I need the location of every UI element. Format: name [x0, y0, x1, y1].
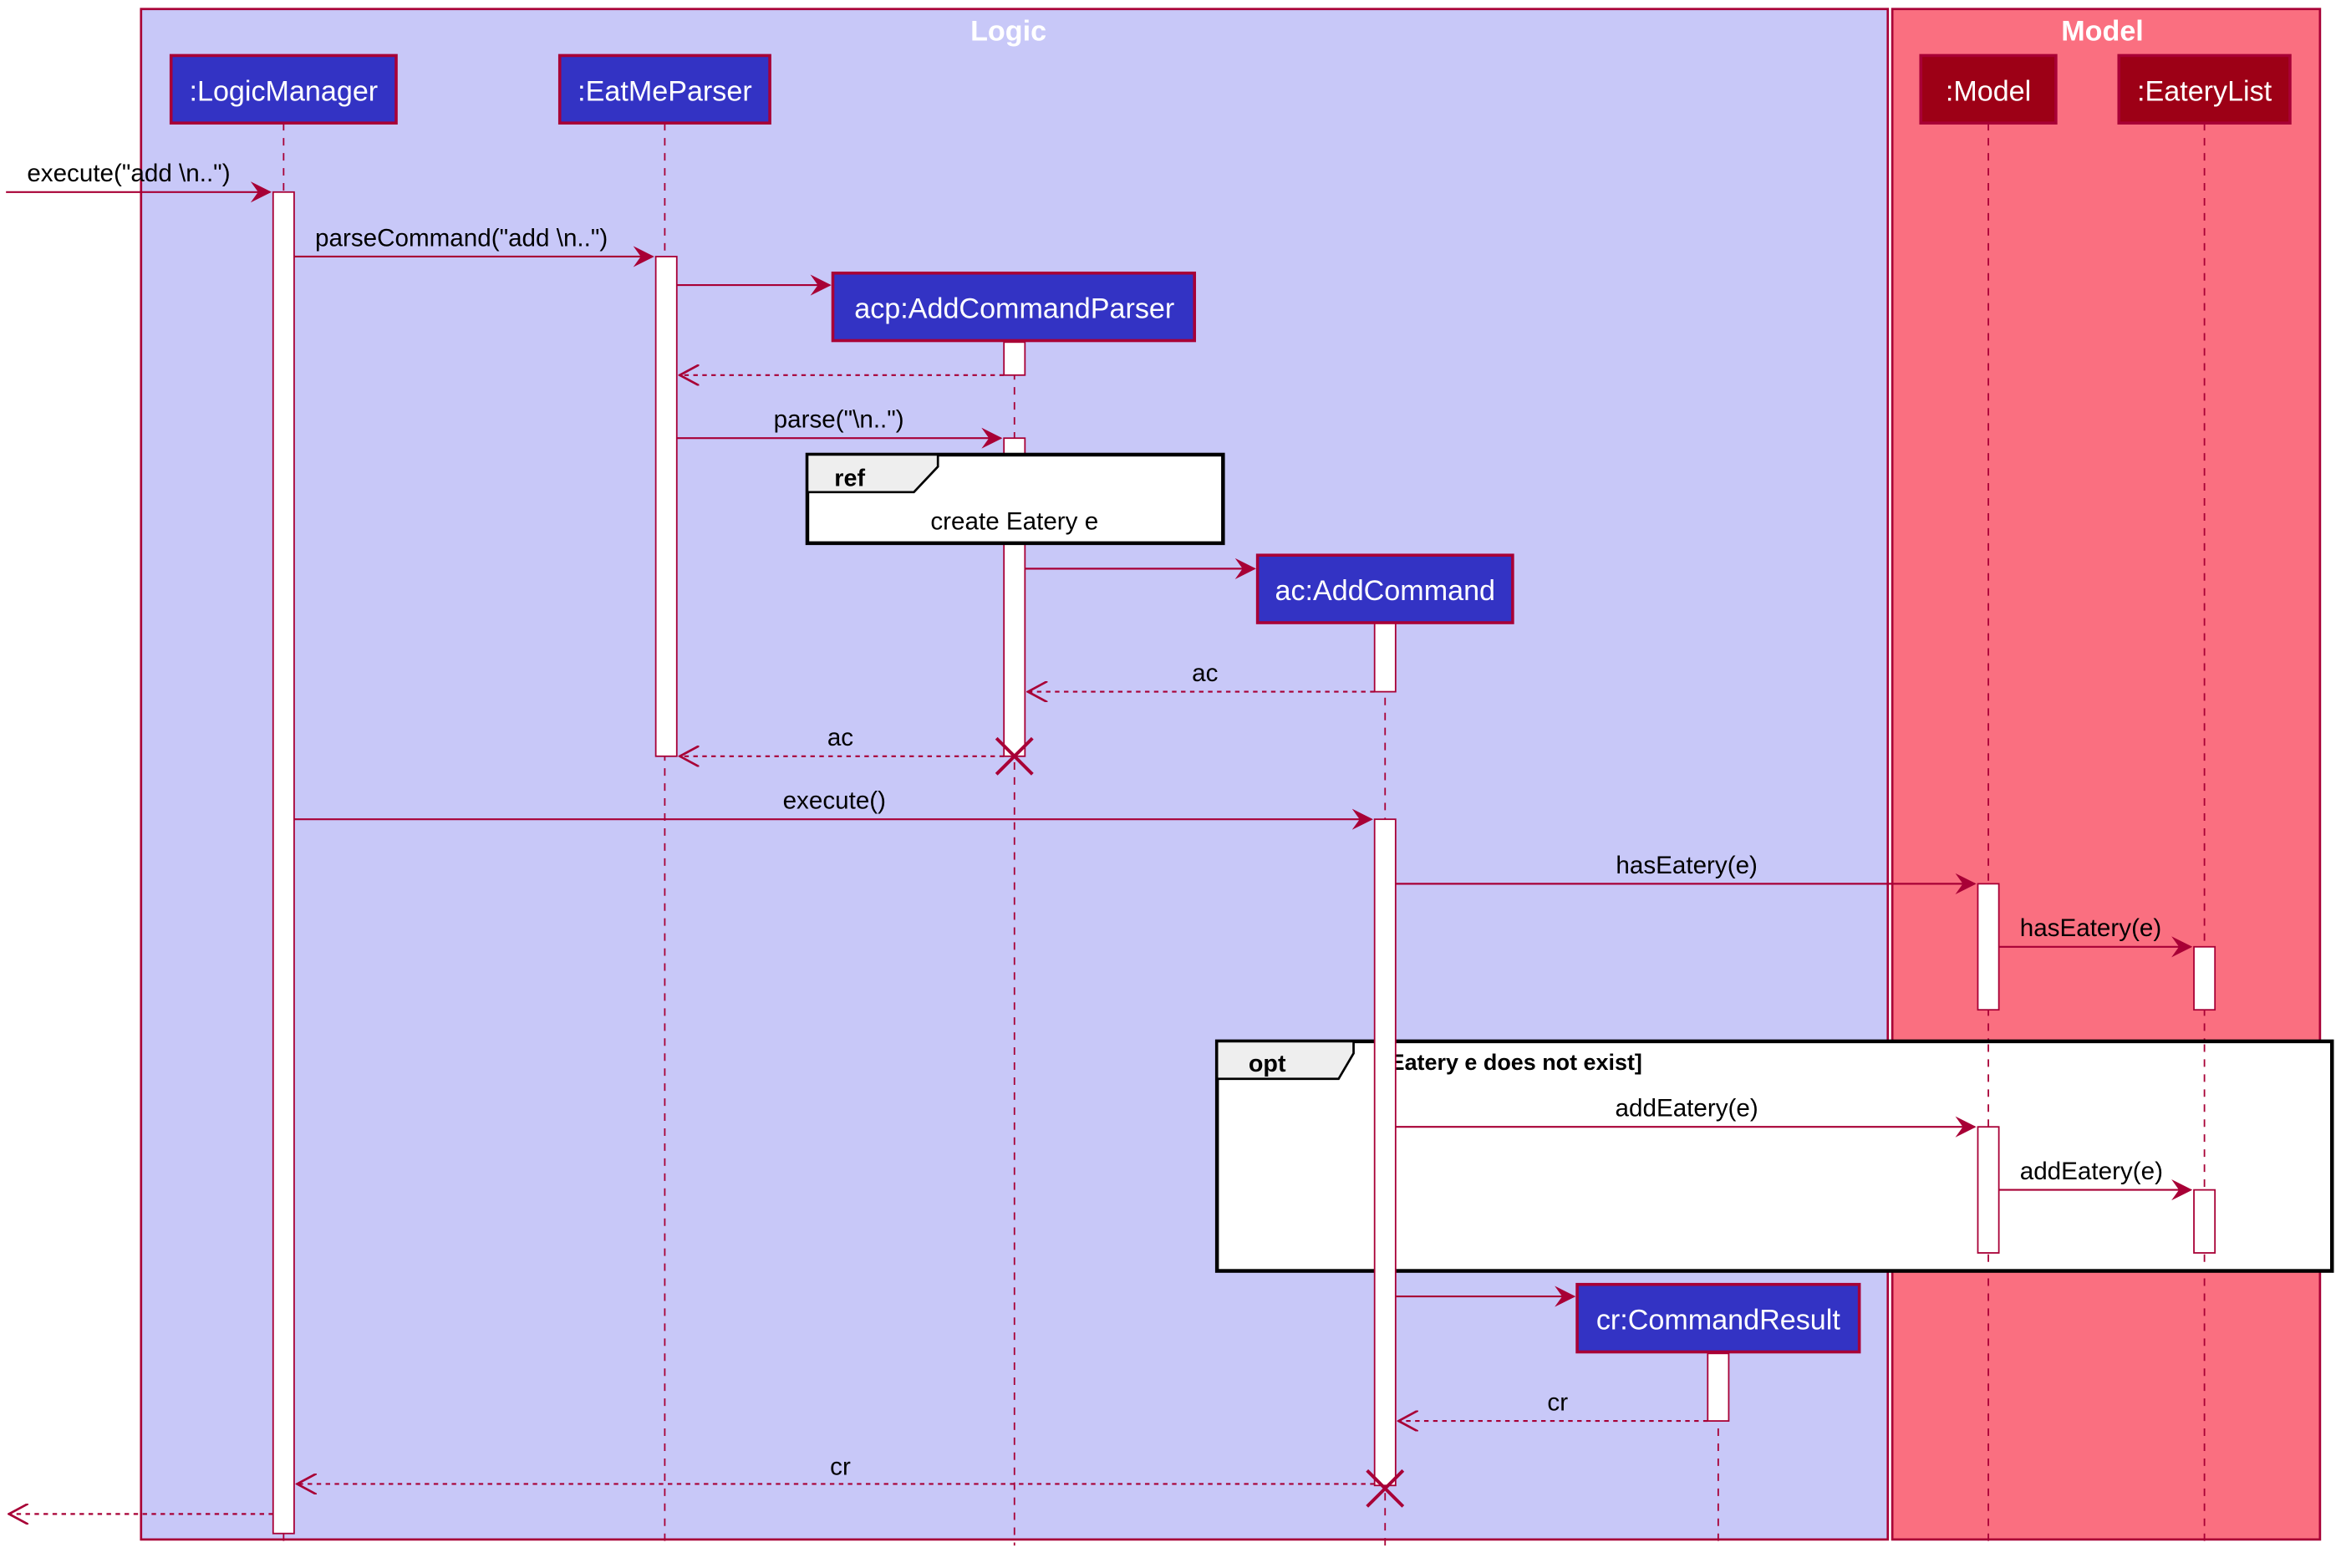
participant-addcommand[interactable]: ac:AddCommand	[1255, 553, 1514, 624]
ref-fragment-tag: ref	[834, 466, 865, 492]
activation-logicmanager	[272, 191, 295, 1535]
message-label-execute: execute()	[783, 787, 886, 815]
activation-eatmeparser	[654, 256, 678, 757]
message-label-haseatery-2: hasEatery(e)	[2020, 914, 2162, 942]
opt-fragment-tag: opt	[1249, 1051, 1286, 1077]
message-label-haseatery-1: hasEatery(e)	[1616, 852, 1758, 879]
message-label-return-cr-2: cr	[830, 1453, 851, 1481]
activation-eaterylist-1	[2193, 945, 2216, 1011]
opt-fragment-condition: [Eatery e does not exist]	[1382, 1050, 1642, 1075]
participant-model-label: :Model	[1946, 75, 2031, 107]
participant-logicmanager[interactable]: :LogicManager	[169, 53, 398, 125]
participant-model[interactable]: :Model	[1919, 53, 2058, 125]
activation-eaterylist-2	[2193, 1189, 2216, 1254]
model-box: Model	[1891, 8, 2322, 1541]
participant-addcommand-label: ac:AddCommand	[1275, 575, 1495, 607]
message-label-parse: parse("\n..")	[774, 406, 904, 434]
message-label-parsecommand: parseCommand("add \n..")	[315, 224, 608, 252]
participant-eatmeparser-label: :EatMeParser	[578, 75, 752, 107]
sequence-diagram: Logic Model opt [Eatery e does not exist…	[6, 8, 2334, 1546]
participant-commandresult-label: cr:CommandResult	[1596, 1305, 1840, 1336]
activation-addcommand-2	[1373, 818, 1397, 1487]
participant-addcommandparser-label: acp:AddCommandParser	[854, 293, 1174, 325]
message-label-addeatery-2: addEatery(e)	[2020, 1158, 2163, 1185]
ref-fragment: ref create Eatery e	[805, 452, 1225, 546]
participant-logicmanager-label: :LogicManager	[190, 75, 379, 107]
message-label-addeatery-1: addEatery(e)	[1616, 1095, 1758, 1123]
activation-model-2	[1977, 1126, 2000, 1254]
message-label-return-ac-1: ac	[1192, 659, 1218, 687]
participant-addcommandparser[interactable]: acp:AddCommandParser	[831, 271, 1197, 343]
activation-addcommandparser-1	[1003, 341, 1026, 376]
activation-commandresult	[1707, 1352, 1730, 1422]
activation-model-1	[1977, 883, 2000, 1011]
participant-eaterylist[interactable]: :EateryList	[2117, 53, 2292, 125]
participant-commandresult[interactable]: cr:CommandResult	[1575, 1282, 1861, 1354]
message-label-return-cr-1: cr	[1547, 1389, 1568, 1417]
participant-eatmeparser[interactable]: :EatMeParser	[557, 53, 771, 125]
message-label-execute-in: execute("add \n..")	[27, 160, 230, 187]
message-label-return-ac-2: ac	[827, 724, 853, 751]
participant-eaterylist-label: :EateryList	[2137, 75, 2272, 107]
logic-box-title: Logic	[970, 15, 1046, 47]
model-box-title: Model	[2061, 15, 2144, 47]
ref-fragment-text: create Eatery e	[930, 508, 1098, 536]
activation-addcommand-1	[1373, 622, 1397, 693]
